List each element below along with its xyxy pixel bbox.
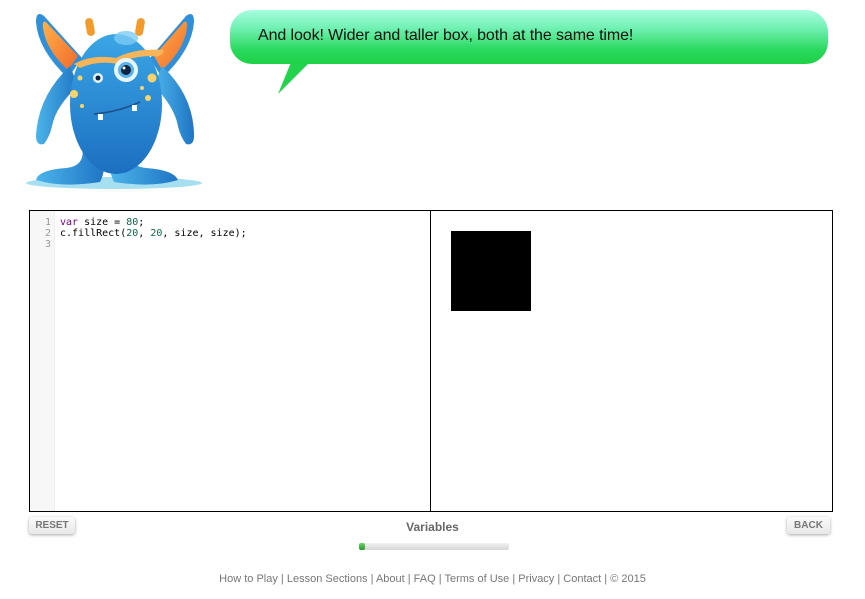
footer-link-terms[interactable]: Terms of Use: [444, 573, 509, 585]
canvas-output: [431, 211, 832, 511]
footer-link-how-to-play[interactable]: How to Play: [219, 573, 278, 585]
monster-mascot-image: [26, 14, 202, 189]
code-number: 80: [126, 217, 139, 228]
workspace: 1 2 3 var size = 80; c.fillRect(20, 20, …: [29, 210, 833, 512]
line-number: 3: [44, 239, 51, 250]
footer-link-lesson-sections[interactable]: Lesson Sections: [287, 573, 368, 585]
line-number-gutter: 1 2 3: [30, 211, 55, 511]
code-token: size =: [78, 217, 127, 228]
back-button[interactable]: BACK: [787, 517, 830, 534]
code-line[interactable]: var size = 80;: [60, 217, 144, 228]
filled-rectangle: [451, 231, 531, 311]
footer-link-about[interactable]: About: [376, 573, 405, 585]
copyright: © 2015: [610, 573, 646, 585]
code-editor[interactable]: 1 2 3 var size = 80; c.fillRect(20, 20, …: [30, 211, 431, 511]
code-token: c.fillRect(: [60, 228, 127, 239]
lesson-progress-fill: [359, 543, 365, 550]
speech-bubble-tail: [278, 60, 312, 94]
footer-link-privacy[interactable]: Privacy: [518, 573, 554, 585]
code-line[interactable]: c.fillRect(20, 20, size, size);: [60, 228, 247, 239]
code-number: 20: [126, 228, 139, 239]
footer: How to Play | Lesson Sections | About | …: [219, 573, 646, 585]
footer-link-faq[interactable]: FAQ: [414, 573, 436, 585]
code-number: 20: [150, 228, 163, 239]
code-keyword: var: [60, 217, 79, 228]
lesson-progress-bar: [359, 543, 509, 550]
speech-bubble: And look! Wider and taller box, both at …: [230, 10, 828, 64]
code-token: ,: [138, 228, 151, 239]
line-number: 1: [44, 217, 51, 228]
code-token: , size, size);: [162, 228, 247, 239]
speech-text: And look! Wider and taller box, both at …: [258, 27, 634, 44]
code-token: ;: [138, 217, 145, 228]
lesson-title: Variables: [406, 520, 459, 534]
footer-link-contact[interactable]: Contact: [563, 573, 601, 585]
line-number: 2: [44, 228, 51, 239]
